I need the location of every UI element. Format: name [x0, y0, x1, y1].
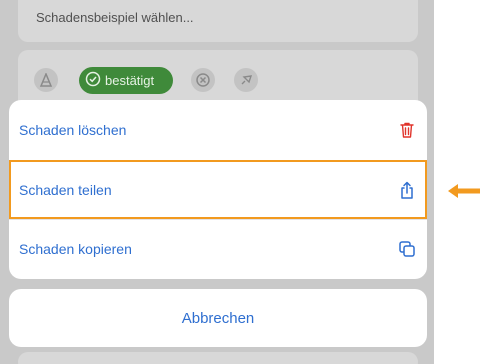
- status-label: bestätigt: [105, 73, 155, 88]
- chevron-right-icon: ›: [406, 0, 411, 6]
- cone-icon: [34, 68, 58, 92]
- damage-example-placeholder: Schadensbeispiel wählen...: [36, 10, 194, 25]
- copy-damage-label: Schaden kopieren: [19, 241, 132, 257]
- delete-damage-button[interactable]: Schaden löschen: [9, 100, 427, 160]
- delete-damage-label: Schaden löschen: [19, 122, 127, 138]
- status-badge: bestätigt: [79, 67, 173, 94]
- bg-card: [18, 352, 418, 364]
- arrow-left-icon: [448, 184, 480, 198]
- share-damage-button[interactable]: Schaden teilen: [9, 160, 427, 220]
- share-icon: [397, 180, 417, 200]
- x-circle-icon: [191, 68, 215, 92]
- cancel-button[interactable]: Abbrechen: [9, 289, 427, 347]
- share-damage-label: Schaden teilen: [19, 182, 112, 198]
- pin-icon: [234, 68, 258, 92]
- check-circle-icon: [85, 71, 101, 90]
- trash-icon: [397, 120, 417, 140]
- damage-example-card: Schadensbeispiel wählen... ›: [18, 0, 418, 42]
- action-sheet: Schaden löschen Schaden teilen Schaden k…: [9, 100, 427, 279]
- copy-icon: [397, 239, 417, 259]
- copy-damage-button[interactable]: Schaden kopieren: [9, 219, 427, 279]
